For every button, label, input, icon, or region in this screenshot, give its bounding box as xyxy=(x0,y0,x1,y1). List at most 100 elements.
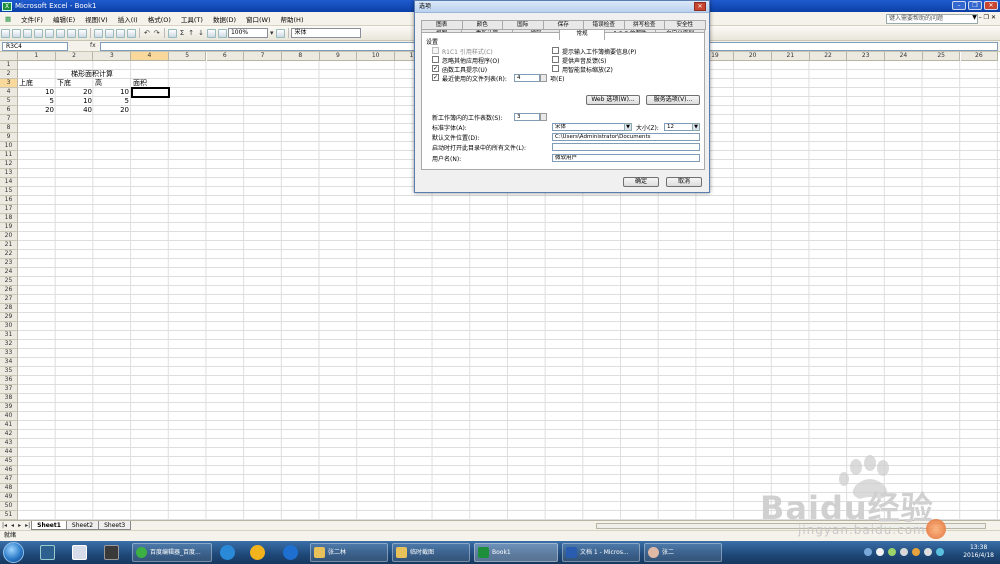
row-header[interactable]: 4 xyxy=(0,88,18,97)
column-header[interactable]: 25 xyxy=(922,52,961,61)
tab-next-icon[interactable]: ▸ xyxy=(16,522,23,529)
row-header[interactable]: 20 xyxy=(0,232,18,241)
sheets-count-input[interactable]: 3 xyxy=(514,113,540,121)
taskbar-item[interactable]: 百度编辑器_百度... xyxy=(132,543,212,562)
redo-icon[interactable]: ↷ xyxy=(152,29,162,37)
taskbar-item-active[interactable]: Book1 xyxy=(474,543,558,562)
cell-title[interactable]: 梯形面积计算 xyxy=(71,70,113,79)
input-icon[interactable] xyxy=(936,548,944,556)
clock[interactable]: 13:38 2016/4/18 xyxy=(963,544,994,560)
cell-header-bottom[interactable]: 下底 xyxy=(57,79,71,88)
taskbar-item[interactable]: 文档 1 - Micros... xyxy=(562,543,640,562)
row-header[interactable]: 11 xyxy=(0,151,18,160)
sheet-tab-1[interactable]: Sheet1 xyxy=(31,521,67,530)
column-header[interactable]: 5 xyxy=(168,52,207,61)
start-button[interactable] xyxy=(3,542,24,563)
row-header[interactable]: 49 xyxy=(0,493,18,502)
research-icon[interactable] xyxy=(78,28,87,38)
row-header[interactable]: 33 xyxy=(0,349,18,358)
column-header[interactable]: 4 xyxy=(131,52,169,61)
open-icon[interactable] xyxy=(12,28,21,38)
taskbar-item[interactable]: 临时截图 xyxy=(392,543,470,562)
name-box[interactable]: R3C4 xyxy=(2,42,68,51)
column-header[interactable]: 21 xyxy=(772,52,810,61)
hyperlink-icon[interactable] xyxy=(167,28,177,38)
help-icon[interactable] xyxy=(276,28,286,38)
menu-file[interactable]: 文件(F) xyxy=(16,14,48,24)
autosum-icon[interactable]: Σ xyxy=(178,29,186,37)
web-options-button[interactable]: Web 选项(W)... xyxy=(586,95,640,105)
chevron-down-icon[interactable]: ▼ xyxy=(692,123,700,131)
cell-value[interactable]: 20 xyxy=(56,88,94,97)
startup-folder-input[interactable] xyxy=(552,143,700,151)
row-header[interactable]: 7 xyxy=(0,115,18,124)
column-header[interactable]: 3 xyxy=(93,52,132,61)
new-icon[interactable] xyxy=(1,28,10,38)
row-header[interactable]: 43 xyxy=(0,439,18,448)
row-header[interactable]: 14 xyxy=(0,178,18,187)
undo-icon[interactable]: ↶ xyxy=(142,29,152,37)
cell-value[interactable]: 40 xyxy=(56,106,94,115)
column-header[interactable]: 20 xyxy=(734,52,772,61)
format-painter-icon[interactable] xyxy=(127,28,136,38)
row-header[interactable]: 22 xyxy=(0,250,18,259)
permission-icon[interactable] xyxy=(34,28,43,38)
restore-icon[interactable]: ❐ xyxy=(968,1,982,10)
help-search-input[interactable]: 键入需要帮助的问题 xyxy=(886,14,978,24)
intellimouse-zoom-checkbox[interactable] xyxy=(552,65,559,72)
row-header[interactable]: 28 xyxy=(0,304,18,313)
menu-view[interactable]: 视图(V) xyxy=(80,14,113,24)
qq-icon[interactable] xyxy=(250,545,265,560)
menu-window[interactable]: 窗口(W) xyxy=(241,14,276,24)
row-header[interactable]: 6 xyxy=(0,106,18,115)
tab-general[interactable]: 常规 xyxy=(559,29,605,40)
chevron-down-icon[interactable]: ▼ xyxy=(624,123,632,131)
taskbar-item[interactable]: 张二林 xyxy=(310,543,388,562)
row-header[interactable]: 15 xyxy=(0,187,18,196)
service-options-button[interactable]: 服务选项(V)... xyxy=(646,95,700,105)
row-header[interactable]: 31 xyxy=(0,331,18,340)
column-header[interactable]: 9 xyxy=(319,52,358,61)
row-header[interactable]: 32 xyxy=(0,340,18,349)
column-header[interactable]: 10 xyxy=(357,52,395,61)
cell-value[interactable]: 10 xyxy=(93,88,131,97)
close-icon[interactable]: ✕ xyxy=(984,1,998,10)
default-location-input[interactable]: C:\Users\Administrator\Documents xyxy=(552,133,700,141)
fx-icon[interactable]: fx xyxy=(90,42,96,49)
tab-prev-icon[interactable]: ◂ xyxy=(9,522,16,529)
network-icon[interactable] xyxy=(888,548,896,556)
row-header[interactable]: 8 xyxy=(0,124,18,133)
row-header[interactable]: 50 xyxy=(0,502,18,511)
row-header[interactable]: 29 xyxy=(0,313,18,322)
sound-feedback-checkbox[interactable] xyxy=(552,56,559,63)
username-input[interactable]: 微软用户 xyxy=(552,154,700,162)
column-header[interactable]: 6 xyxy=(206,52,245,61)
font-select[interactable]: 宋体 xyxy=(291,28,362,38)
explorer-icon[interactable] xyxy=(72,545,87,560)
row-header[interactable]: 37 xyxy=(0,385,18,394)
cell-value[interactable]: 10 xyxy=(18,88,56,97)
chart-wizard-icon[interactable] xyxy=(206,28,216,38)
row-header[interactable]: 36 xyxy=(0,376,18,385)
recent-files-spinner[interactable] xyxy=(540,74,547,82)
row-header[interactable]: 9 xyxy=(0,133,18,142)
menu-format[interactable]: 格式(O) xyxy=(143,14,176,24)
zoom-dropdown-icon[interactable]: ▾ xyxy=(268,29,276,37)
row-header[interactable]: 44 xyxy=(0,448,18,457)
row-header[interactable]: 40 xyxy=(0,412,18,421)
row-header[interactable]: 26 xyxy=(0,286,18,295)
arrow-icon[interactable] xyxy=(876,548,884,556)
row-header[interactable]: 35 xyxy=(0,367,18,376)
ie-icon[interactable] xyxy=(283,545,298,560)
menu-data[interactable]: 数据(D) xyxy=(208,14,241,24)
column-header[interactable]: 24 xyxy=(885,52,923,61)
cell-value[interactable]: 20 xyxy=(93,106,131,115)
row-header[interactable]: 2 xyxy=(0,70,18,79)
tab-first-icon[interactable]: |◂ xyxy=(0,522,9,529)
minimize-icon[interactable]: – xyxy=(952,1,966,10)
cell-value[interactable]: 20 xyxy=(18,106,56,115)
recent-files-count-input[interactable]: 4 xyxy=(514,74,540,82)
spelling-icon[interactable] xyxy=(67,28,76,38)
cut-icon[interactable] xyxy=(94,28,103,38)
zoom-select[interactable]: 100% xyxy=(227,28,268,38)
